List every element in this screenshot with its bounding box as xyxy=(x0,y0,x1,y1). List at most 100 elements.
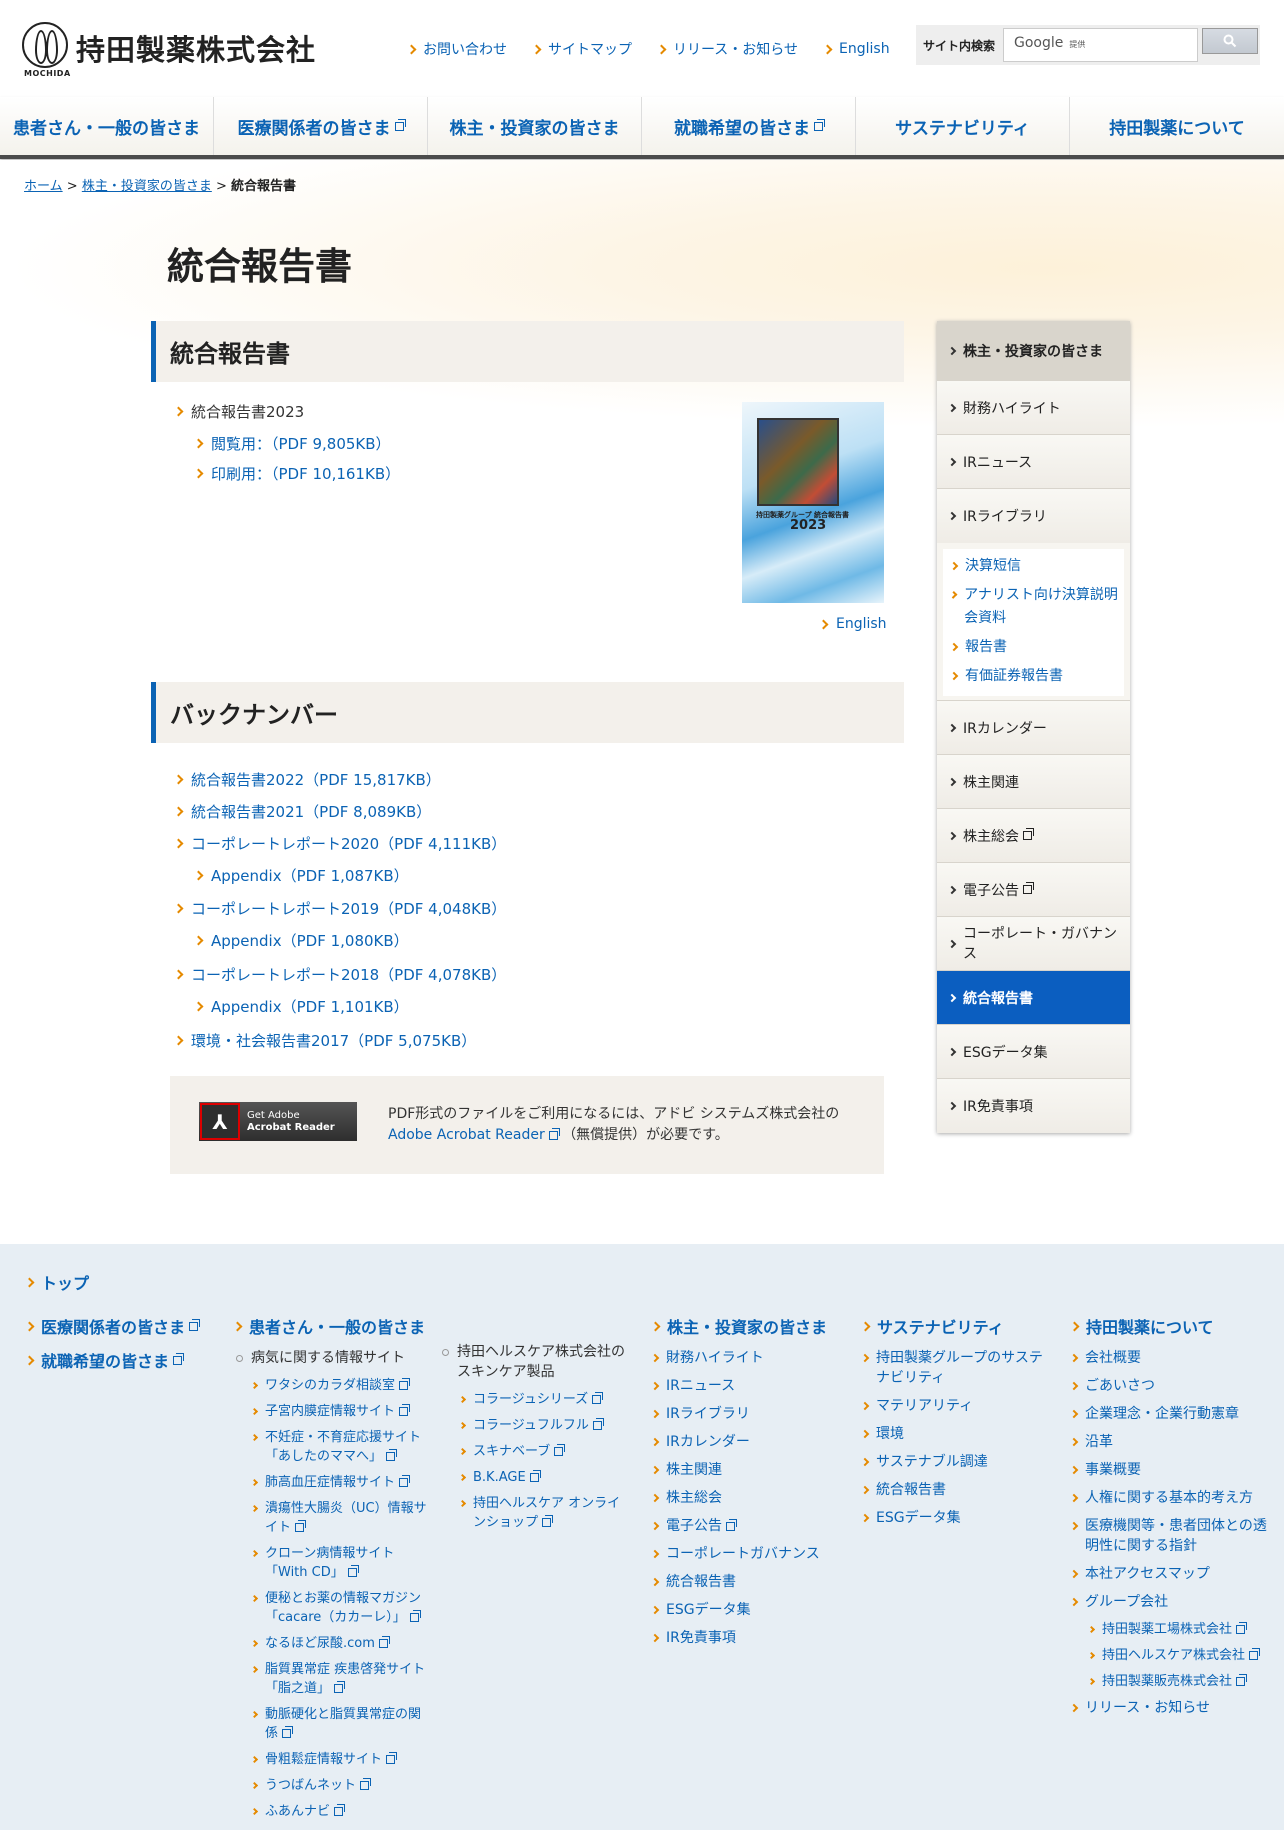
english-link[interactable]: English xyxy=(822,39,890,59)
gnav-investors[interactable]: 株主・投資家の皆さま xyxy=(428,97,642,155)
footer-link[interactable]: コラージュシリーズ xyxy=(442,1390,632,1409)
footer-link[interactable]: 脂質異常症 疾患啓発サイト「脂之道」 xyxy=(234,1660,430,1698)
footer-link[interactable]: 不妊症・不育症応援サイト「あしたのママへ」 xyxy=(234,1428,430,1466)
search-button[interactable] xyxy=(1202,28,1258,54)
sidebar-subitem[interactable]: 報告書 xyxy=(949,636,1118,659)
footer-link[interactable]: スキナベーブ xyxy=(442,1442,632,1461)
footer-link[interactable]: うつばんネット xyxy=(234,1776,430,1795)
footer-link[interactable]: 持田ヘルスケア オンラインショップ xyxy=(442,1494,632,1532)
gnav-sustainability[interactable]: サステナビリティ xyxy=(856,97,1070,155)
sidebar-item-integrated-report[interactable]: 統合報告書 xyxy=(937,971,1130,1025)
breadcrumb-home[interactable]: ホーム xyxy=(24,179,63,194)
sidebar-item-esg[interactable]: ESGデータ集 xyxy=(937,1025,1130,1079)
footer-link[interactable]: コーポレートガバナンス xyxy=(650,1544,842,1564)
footer-link[interactable]: 会社概要 xyxy=(1069,1348,1271,1368)
sidebar-subitem[interactable]: 決算短信 xyxy=(949,555,1118,578)
footer-link[interactable]: 子宮内膜症情報サイト xyxy=(234,1402,430,1421)
footer-link[interactable]: ごあいさつ xyxy=(1069,1376,1271,1396)
footer-link[interactable]: ESGデータ集 xyxy=(860,1508,1052,1528)
footer-link[interactable]: 肺高血圧症情報サイト xyxy=(234,1473,430,1492)
company-logo[interactable]: MOCHIDA 持田製薬株式会社 xyxy=(22,22,316,78)
footer-link[interactable]: 便秘とお薬の情報マガジン「cacare（カカーレ）」 xyxy=(234,1589,430,1627)
backnumber-link[interactable]: コーポレートレポート2019（PDF 4,048KB） xyxy=(173,898,506,919)
search-input[interactable]: Google 提供 xyxy=(1003,28,1198,62)
footer-link[interactable]: 持田ヘルスケア株式会社 xyxy=(1071,1646,1271,1665)
footer-link[interactable]: マテリアリティ xyxy=(860,1396,1052,1416)
footer-investors-heading[interactable]: 株主・投資家の皆さま xyxy=(650,1314,842,1338)
sidebar-item-meeting[interactable]: 株主総会 xyxy=(937,809,1130,863)
sidebar-item-irnews[interactable]: IRニュース xyxy=(937,435,1130,489)
backnumber-link[interactable]: コーポレートレポート2018（PDF 4,078KB） xyxy=(173,964,506,985)
appendix-link[interactable]: Appendix（PDF 1,080KB） xyxy=(193,930,409,951)
footer-link[interactable]: 持田製薬工場株式会社 xyxy=(1071,1620,1271,1639)
sidebar-item-governance[interactable]: コーポレート・ガバナンス xyxy=(937,917,1130,971)
gnav-patients[interactable]: 患者さん・一般の皆さま xyxy=(0,97,214,155)
footer-link[interactable]: 持田製薬グループのサステナビリティ xyxy=(860,1348,1052,1388)
backnumber-link[interactable]: 環境・社会報告書2017（PDF 5,075KB） xyxy=(173,1030,476,1051)
sidebar-item-calendar[interactable]: IRカレンダー xyxy=(937,701,1130,755)
sidebar-item-notice[interactable]: 電子公告 xyxy=(937,863,1130,917)
appendix-link[interactable]: Appendix（PDF 1,087KB） xyxy=(193,865,409,886)
backnumber-link[interactable]: 統合報告書2021（PDF 8,089KB） xyxy=(173,801,431,822)
sidebar-subitem[interactable]: 有価証券報告書 xyxy=(949,665,1118,688)
appendix-link[interactable]: Appendix（PDF 1,101KB） xyxy=(193,996,409,1017)
footer-link[interactable]: コラージュフルフル xyxy=(442,1416,632,1435)
sidebar-item-financial[interactable]: 財務ハイライト xyxy=(937,381,1130,435)
footer-link[interactable]: 沿革 xyxy=(1069,1432,1271,1452)
footer-link[interactable]: 潰瘍性大腸炎（UC）情報サイト xyxy=(234,1499,430,1537)
footer-link[interactable]: グループ会社 xyxy=(1069,1592,1271,1612)
footer-link[interactable]: 事業概要 xyxy=(1069,1460,1271,1480)
sidebar-item-shareholders[interactable]: 株主関連 xyxy=(937,755,1130,809)
footer-about-heading[interactable]: 持田製薬について xyxy=(1069,1314,1271,1338)
footer-link[interactable]: 統合報告書 xyxy=(650,1572,842,1592)
gnav-recruit[interactable]: 就職希望の皆さま xyxy=(642,97,856,155)
report-2023-print-link[interactable]: 印刷用：（PDF 10,161KB） xyxy=(193,463,400,484)
footer-link[interactable]: 電子公告 xyxy=(650,1516,842,1536)
footer-link[interactable]: ふあんナビ xyxy=(234,1802,430,1821)
footer-link[interactable]: 株主総会 xyxy=(650,1488,842,1508)
footer-patients-heading[interactable]: 患者さん・一般の皆さま xyxy=(232,1314,430,1338)
footer-link[interactable]: IRライブラリ xyxy=(650,1404,842,1424)
footer-link[interactable]: IRニュース xyxy=(650,1376,842,1396)
footer-link[interactable]: 財務ハイライト xyxy=(650,1348,842,1368)
news-link[interactable]: リリース・お知らせ xyxy=(656,39,798,59)
footer-link[interactable]: クローン病情報サイト「With CD」 xyxy=(234,1544,430,1582)
sitemap-link[interactable]: サイトマップ xyxy=(531,39,632,59)
backnumber-link[interactable]: 統合報告書2022（PDF 15,817KB） xyxy=(173,769,441,790)
breadcrumb-investors[interactable]: 株主・投資家の皆さま xyxy=(82,179,212,194)
report-2023-view-link[interactable]: 閲覧用：（PDF 9,805KB） xyxy=(193,433,391,454)
footer-top-link[interactable]: トップ xyxy=(24,1270,89,1294)
sidebar-item-investors[interactable]: 株主・投資家の皆さま xyxy=(937,321,1130,381)
footer-link[interactable]: 人権に関する基本的考え方 xyxy=(1069,1488,1271,1508)
footer-link[interactable]: 本社アクセスマップ xyxy=(1069,1564,1271,1584)
footer-link[interactable]: ESGデータ集 xyxy=(650,1600,842,1620)
backnumber-link[interactable]: コーポレートレポート2020（PDF 4,111KB） xyxy=(173,833,506,854)
gnav-about[interactable]: 持田製薬について xyxy=(1070,97,1284,155)
footer-link[interactable]: 統合報告書 xyxy=(860,1480,1052,1500)
footer-link[interactable]: IR免責事項 xyxy=(650,1628,842,1648)
adobe-reader-link[interactable]: Adobe Acrobat Reader xyxy=(388,1127,560,1143)
report-english-link[interactable]: English xyxy=(818,616,887,632)
footer-link[interactable]: 持田製薬販売株式会社 xyxy=(1071,1672,1271,1691)
footer-recruit-link[interactable]: 就職希望の皆さま xyxy=(24,1348,216,1372)
footer-sustainability-heading[interactable]: サステナビリティ xyxy=(860,1314,1052,1338)
report-cover-image[interactable]: 持田製薬グループ 統合報告書 2023 xyxy=(742,402,884,603)
footer-link[interactable]: 株主関連 xyxy=(650,1460,842,1480)
contact-link[interactable]: お問い合わせ xyxy=(406,39,507,59)
footer-link[interactable]: ワタシのカラダ相談室 xyxy=(234,1376,430,1395)
footer-link[interactable]: IRカレンダー xyxy=(650,1432,842,1452)
sidebar-item-irlibrary[interactable]: IRライブラリ xyxy=(937,489,1130,543)
footer-link[interactable]: 動脈硬化と脂質異常症の関係 xyxy=(234,1705,430,1743)
sidebar-subitem[interactable]: アナリスト向け決算説明会資料 xyxy=(949,584,1118,630)
get-adobe-reader-badge[interactable]: ⅄ Get Adobe Acrobat Reader xyxy=(199,1102,357,1141)
footer-link[interactable]: 骨粗鬆症情報サイト xyxy=(234,1750,430,1769)
footer-link[interactable]: 企業理念・企業行動憲章 xyxy=(1069,1404,1271,1424)
sidebar-item-disclaimer[interactable]: IR免責事項 xyxy=(937,1079,1130,1133)
footer-link[interactable]: B.K.AGE xyxy=(442,1468,632,1487)
footer-link[interactable]: なるほど尿酸.com xyxy=(234,1634,430,1653)
footer-link[interactable]: リリース・お知らせ xyxy=(1069,1698,1271,1718)
footer-link[interactable]: 環境 xyxy=(860,1424,1052,1444)
footer-link[interactable]: サステナブル調達 xyxy=(860,1452,1052,1472)
gnav-medical[interactable]: 医療関係者の皆さま xyxy=(214,97,428,155)
footer-medical-link[interactable]: 医療関係者の皆さま xyxy=(24,1314,216,1338)
